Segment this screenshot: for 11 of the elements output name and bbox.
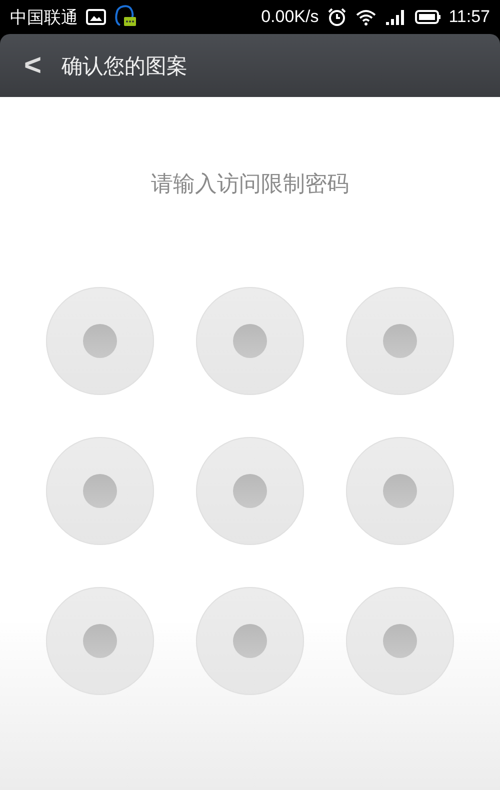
carrier-name: 中国联通 <box>10 6 78 28</box>
prompt-text: 请输入访问限制密码 <box>151 171 349 199</box>
back-button[interactable]: < <box>20 48 46 82</box>
window-title: 确认您的图案 <box>62 52 188 80</box>
clock: 11:57 <box>448 7 490 27</box>
image-icon <box>86 9 106 25</box>
battery-icon <box>414 9 441 25</box>
signal-icon <box>384 8 407 26</box>
alarm-icon <box>326 7 347 27</box>
wifi-icon <box>354 8 377 26</box>
network-speed: 0.00K/s <box>261 7 319 27</box>
